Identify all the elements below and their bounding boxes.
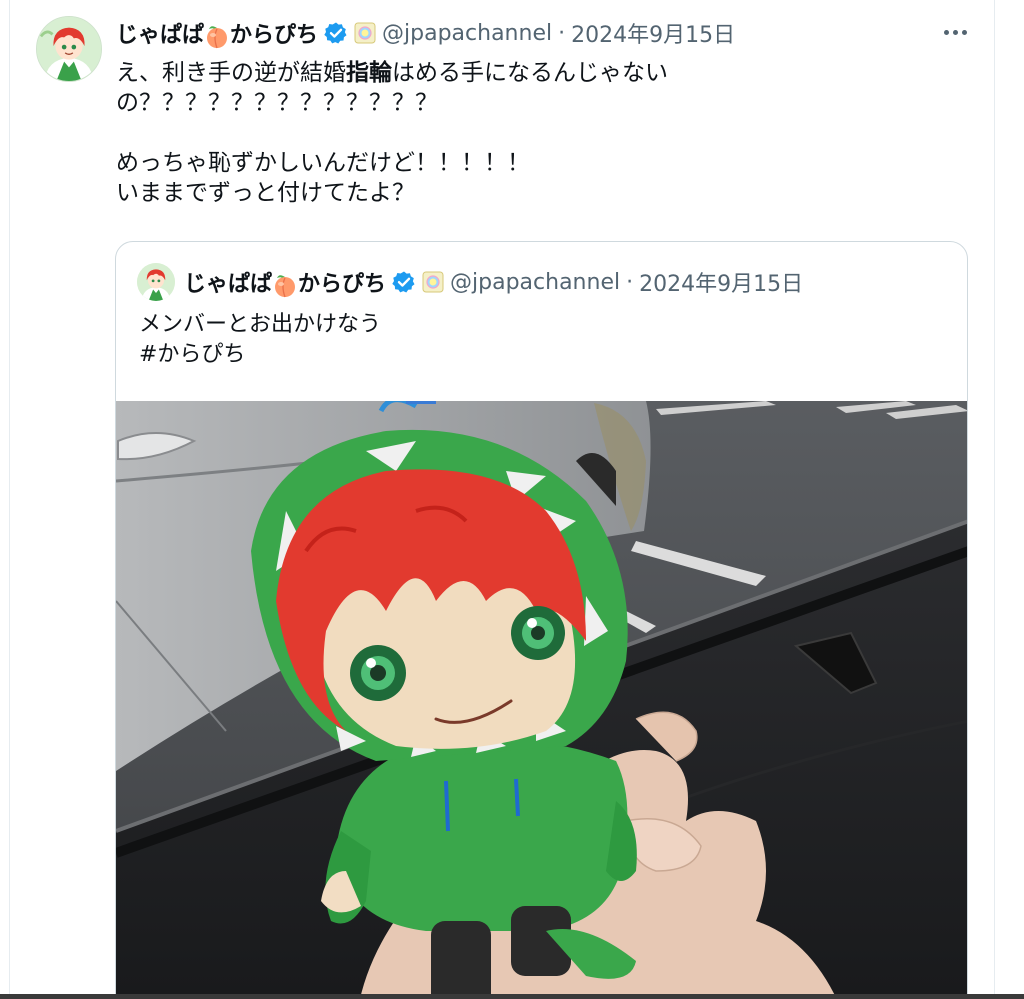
more-dot-icon [943, 29, 949, 35]
affiliate-badge-icon[interactable] [422, 271, 444, 293]
tweet-text: え、利き手の逆が結婚指輪はめる手になるんじゃない の？？？？？？？？？？？？？ … [116, 58, 976, 208]
quoted-tweet-date[interactable]: 2024年9月15日 [639, 266, 803, 298]
quoted-hashtag[interactable]: #からぴち [139, 340, 381, 370]
timeline-border-right [994, 0, 995, 999]
tweet-line-1: え、利き手の逆が結婚指輪はめる手になるんじゃない [116, 58, 976, 88]
tweet-page: じゃぱぱ からぴち @jpapachannel · 2024年9月15日 え、利き… [0, 0, 1024, 999]
quoted-text-line-1: メンバーとお出かけなう [139, 312, 382, 337]
more-dot-icon [961, 29, 967, 35]
display-name[interactable]: じゃぱぱ からぴち [116, 17, 318, 49]
more-dot-icon [952, 29, 958, 35]
peach-emoji-icon [275, 275, 296, 298]
peach-emoji-icon [207, 26, 228, 49]
verified-badge-icon[interactable] [392, 270, 416, 294]
plush-photo-image [116, 401, 967, 999]
avatar-image [137, 263, 175, 301]
header-separator: · [558, 20, 566, 46]
tweet-line-2: の？？？？？？？？？？？？？ [116, 90, 438, 116]
affiliate-badge-icon[interactable] [354, 22, 376, 44]
display-name-part1: じゃぱぱ [116, 23, 205, 48]
quoted-display-name-part2: からぴち [298, 272, 387, 297]
avatar-image [37, 17, 101, 81]
tweet-line-4: めっちゃ恥ずかしいんだけど！！！！！ [116, 150, 530, 176]
tweet-line-1-a: え、利き手の逆が結婚 [116, 60, 346, 86]
tweet-line-1-b: はめる手になるんじゃない [392, 60, 668, 86]
more-options-button[interactable] [935, 18, 975, 46]
quoted-author-avatar[interactable] [137, 263, 175, 301]
tweet-header: じゃぱぱ からぴち @jpapachannel · 2024年9月15日 [116, 16, 735, 50]
quoted-tweet-text: メンバーとお出かけなう #からぴち [139, 310, 381, 370]
quoted-display-name-part1: じゃぱぱ [184, 272, 273, 297]
author-avatar[interactable] [36, 16, 102, 82]
quoted-tweet-header: じゃぱぱ からぴち @jpapachannel · 2024年9月15日 [184, 266, 803, 298]
tweet-line-5: いままでずっと付けてたよ？ [116, 180, 415, 206]
tweet-line-blank [116, 118, 976, 148]
quoted-author-handle[interactable]: @jpapachannel [450, 270, 620, 295]
timeline-border-left [9, 0, 10, 999]
quoted-display-name[interactable]: じゃぱぱ からぴち [184, 266, 386, 298]
quoted-header-separator: · [626, 269, 634, 295]
display-name-part2: からぴち [230, 23, 319, 48]
tweet-date[interactable]: 2024年9月15日 [571, 17, 735, 49]
tweet-line-1-bold: 指輪 [346, 60, 392, 86]
author-handle[interactable]: @jpapachannel [382, 21, 552, 46]
quoted-tweet-photo[interactable] [116, 401, 967, 999]
verified-badge-icon[interactable] [324, 21, 348, 45]
bottom-edge [0, 994, 1024, 999]
quoted-tweet-card[interactable]: じゃぱぱ からぴち @jpapachannel · 2024年9月15日 メンバー… [115, 241, 968, 999]
